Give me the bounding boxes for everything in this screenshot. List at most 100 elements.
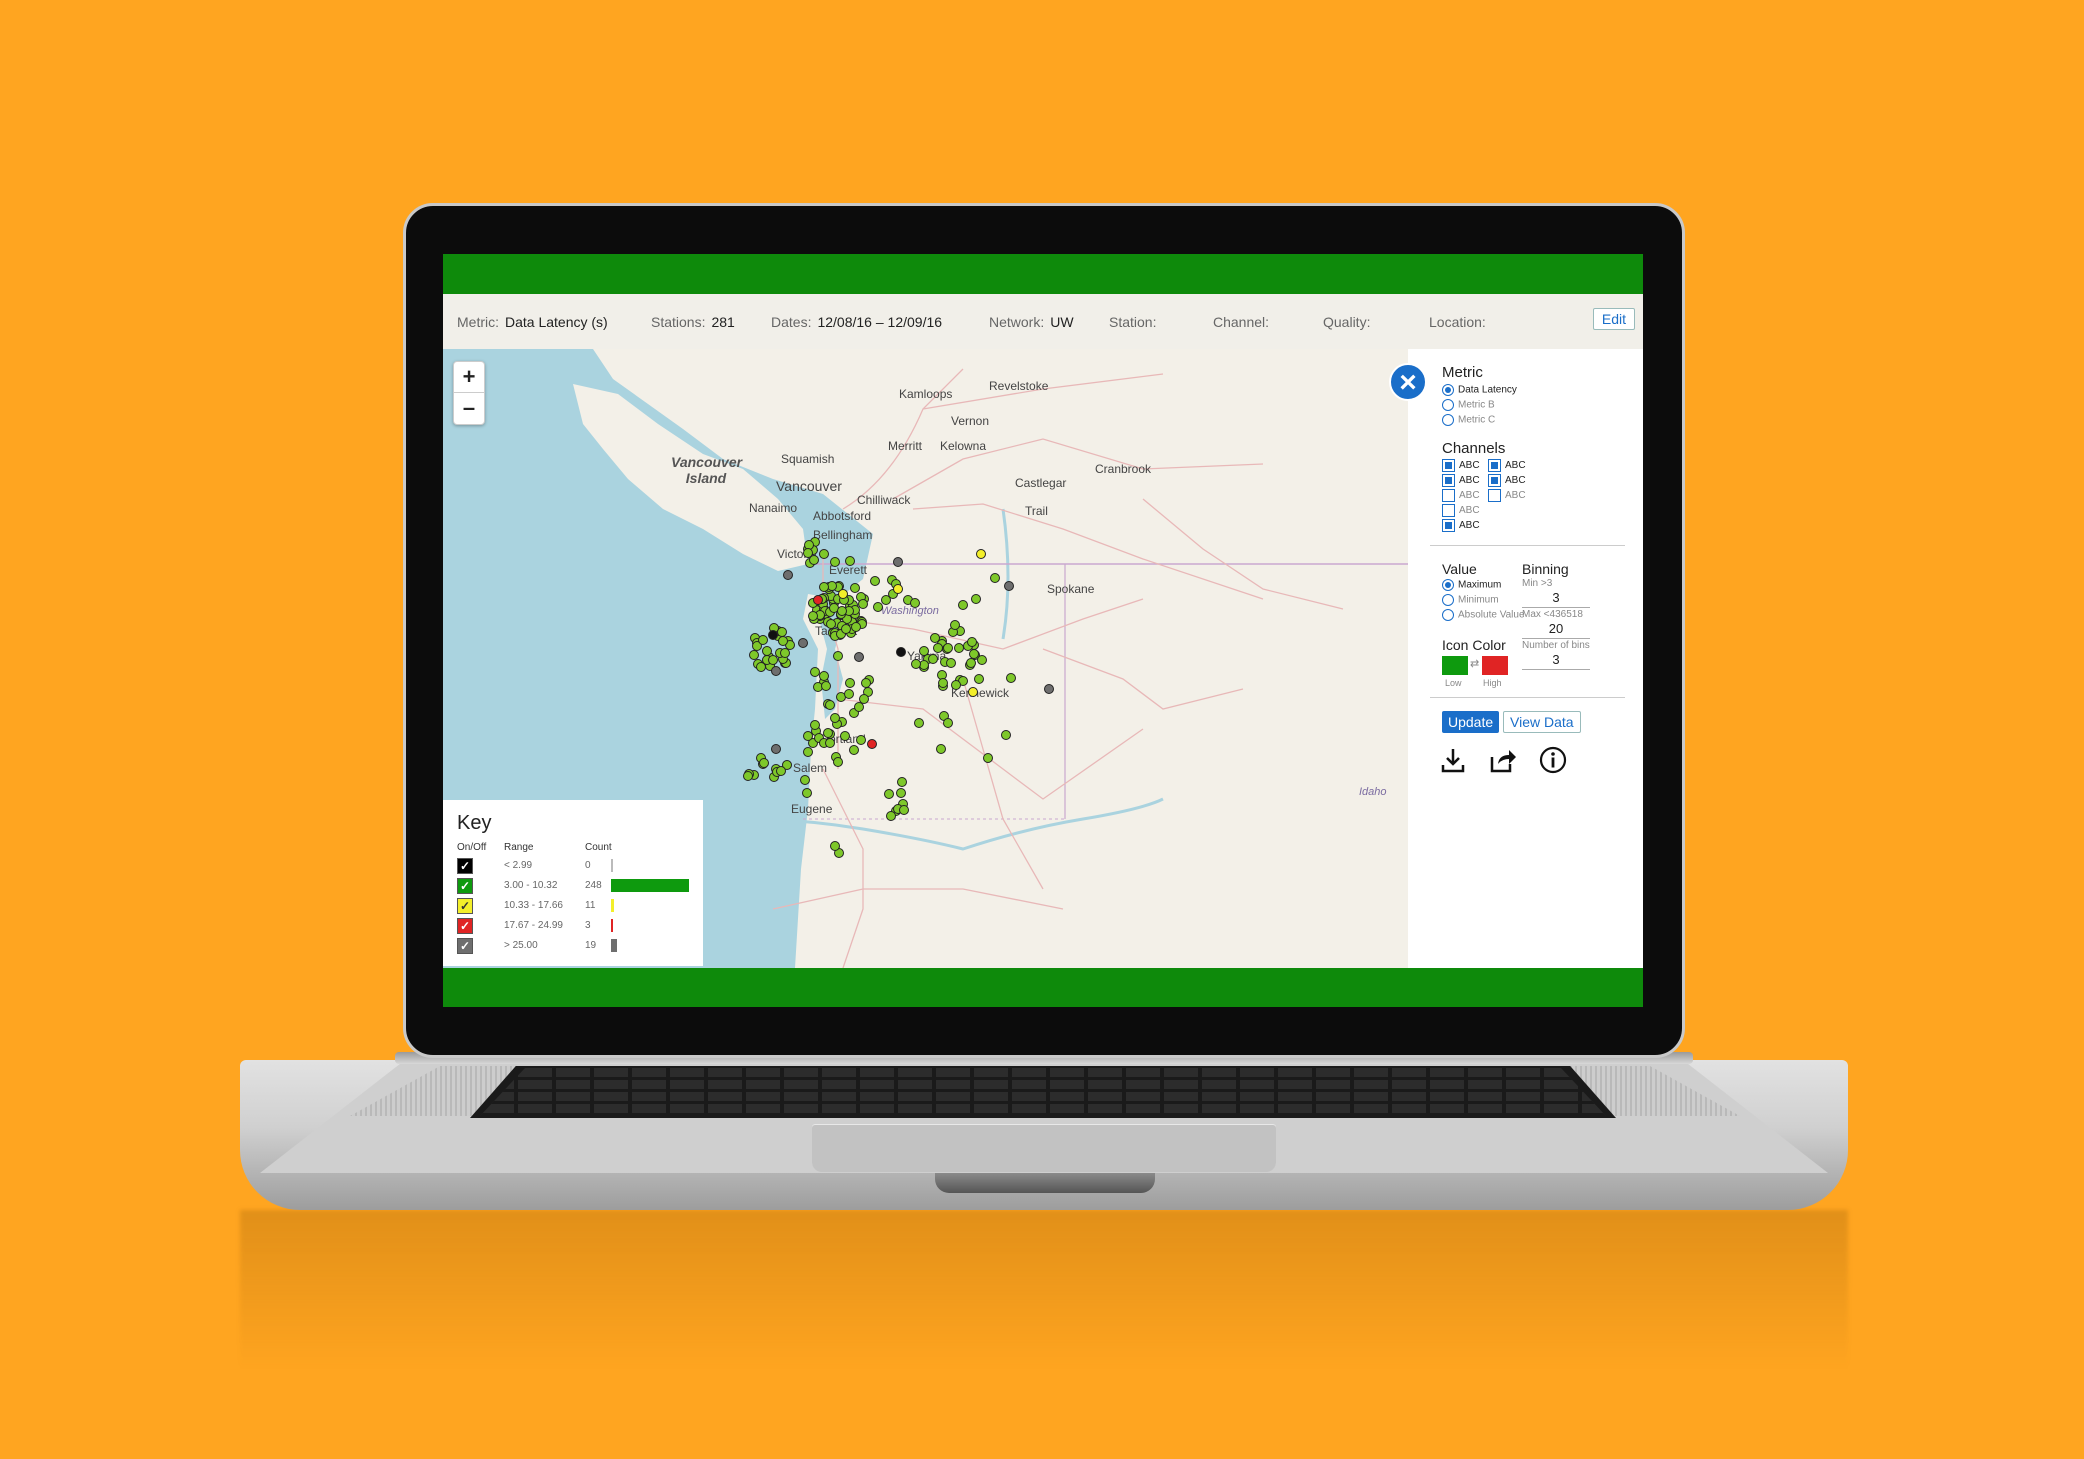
station-marker[interactable]: [825, 699, 836, 710]
station-marker[interactable]: [880, 595, 891, 606]
station-marker[interactable]: [968, 687, 978, 697]
station-marker[interactable]: [1006, 672, 1017, 683]
station-marker[interactable]: [748, 650, 759, 661]
station-marker[interactable]: [819, 581, 830, 592]
station-marker[interactable]: [850, 582, 861, 593]
station-marker[interactable]: [824, 738, 835, 749]
station-marker[interactable]: [950, 679, 961, 690]
station-marker[interactable]: [820, 680, 831, 691]
download-icon[interactable]: [1438, 745, 1468, 775]
station-marker[interactable]: [777, 635, 788, 646]
station-marker[interactable]: [896, 647, 906, 657]
station-marker[interactable]: [799, 775, 810, 786]
channel-checkbox-7[interactable]: ABC: [1488, 474, 1526, 487]
station-marker[interactable]: [758, 758, 769, 769]
info-icon[interactable]: [1538, 745, 1568, 775]
station-marker[interactable]: [954, 642, 965, 653]
station-marker[interactable]: [1001, 730, 1012, 741]
station-marker[interactable]: [870, 576, 881, 587]
station-marker[interactable]: [977, 654, 988, 665]
high-color-swatch[interactable]: [1482, 656, 1508, 675]
update-button[interactable]: Update: [1442, 711, 1500, 733]
key-row-toggle-checkbox[interactable]: ✓: [457, 918, 473, 934]
edit-button[interactable]: Edit: [1592, 308, 1635, 330]
station-marker[interactable]: [742, 771, 753, 782]
station-marker[interactable]: [825, 618, 836, 629]
station-marker[interactable]: [858, 599, 869, 610]
station-marker[interactable]: [848, 745, 859, 756]
station-marker[interactable]: [973, 674, 984, 685]
station-marker[interactable]: [802, 746, 813, 757]
station-marker[interactable]: [919, 645, 930, 656]
key-row-toggle-checkbox[interactable]: ✓: [457, 878, 473, 894]
key-row-toggle-checkbox[interactable]: ✓: [457, 898, 473, 914]
station-marker[interactable]: [966, 658, 977, 669]
station-marker[interactable]: [798, 638, 808, 648]
close-panel-icon[interactable]: ×: [1389, 363, 1427, 401]
station-marker[interactable]: [840, 731, 851, 742]
station-marker[interactable]: [854, 652, 864, 662]
metric-option-b[interactable]: Metric B: [1442, 399, 1495, 411]
share-icon[interactable]: [1488, 745, 1518, 775]
station-marker[interactable]: [867, 739, 877, 749]
station-marker[interactable]: [913, 717, 924, 728]
station-marker[interactable]: [818, 548, 829, 559]
station-marker[interactable]: [844, 689, 855, 700]
station-marker[interactable]: [802, 731, 813, 742]
station-marker[interactable]: [850, 621, 861, 632]
station-marker[interactable]: [942, 642, 953, 653]
value-option-absolute[interactable]: Absolute Value: [1442, 609, 1525, 621]
station-marker[interactable]: [893, 557, 903, 567]
channel-checkbox-6[interactable]: ABC: [1488, 459, 1526, 472]
channel-checkbox-1[interactable]: ABC: [1442, 459, 1480, 472]
station-marker[interactable]: [899, 804, 910, 815]
station-marker[interactable]: [783, 570, 793, 580]
station-marker[interactable]: [897, 777, 908, 788]
station-marker[interactable]: [884, 788, 895, 799]
station-marker[interactable]: [802, 788, 813, 799]
station-marker[interactable]: [910, 598, 921, 609]
station-marker[interactable]: [957, 600, 968, 611]
station-marker[interactable]: [757, 635, 768, 646]
channel-checkbox-8[interactable]: ABC: [1488, 489, 1526, 502]
station-marker[interactable]: [976, 549, 986, 559]
key-row-toggle-checkbox[interactable]: ✓: [457, 938, 473, 954]
station-marker[interactable]: [895, 788, 906, 799]
station-marker[interactable]: [989, 573, 1000, 584]
value-option-minimum[interactable]: Minimum: [1442, 594, 1499, 606]
station-marker[interactable]: [768, 654, 779, 665]
station-marker[interactable]: [928, 653, 938, 664]
metric-option-c[interactable]: Metric C: [1442, 414, 1495, 426]
station-marker[interactable]: [829, 712, 840, 723]
station-marker[interactable]: [838, 589, 848, 599]
station-marker[interactable]: [946, 658, 957, 669]
view-data-button[interactable]: View Data: [1503, 711, 1581, 733]
key-row-toggle-checkbox[interactable]: ✓: [457, 858, 473, 874]
metric-option-data-latency[interactable]: Data Latency: [1442, 384, 1517, 396]
station-marker[interactable]: [893, 584, 903, 594]
channel-checkbox-4[interactable]: ABC: [1442, 504, 1480, 517]
station-marker[interactable]: [775, 765, 786, 776]
station-marker[interactable]: [830, 557, 841, 568]
station-marker[interactable]: [844, 677, 855, 688]
station-marker[interactable]: [818, 670, 829, 681]
max-field[interactable]: 20: [1522, 621, 1590, 639]
station-marker[interactable]: [1004, 581, 1014, 591]
station-marker[interactable]: [1044, 684, 1054, 694]
station-marker[interactable]: [932, 642, 943, 653]
station-marker[interactable]: [836, 605, 847, 616]
bins-field[interactable]: 3: [1522, 652, 1590, 670]
value-option-maximum[interactable]: Maximum: [1442, 579, 1501, 591]
station-marker[interactable]: [802, 547, 813, 558]
station-marker[interactable]: [771, 744, 781, 754]
station-marker[interactable]: [943, 717, 954, 728]
station-marker[interactable]: [768, 630, 778, 640]
station-marker[interactable]: [935, 744, 946, 755]
station-marker[interactable]: [855, 735, 866, 746]
station-marker[interactable]: [833, 650, 844, 661]
station-marker[interactable]: [810, 719, 820, 730]
station-marker[interactable]: [833, 756, 843, 767]
station-marker[interactable]: [966, 636, 977, 647]
min-field[interactable]: 3: [1522, 590, 1590, 608]
swap-colors-icon[interactable]: ⇄: [1470, 657, 1479, 670]
